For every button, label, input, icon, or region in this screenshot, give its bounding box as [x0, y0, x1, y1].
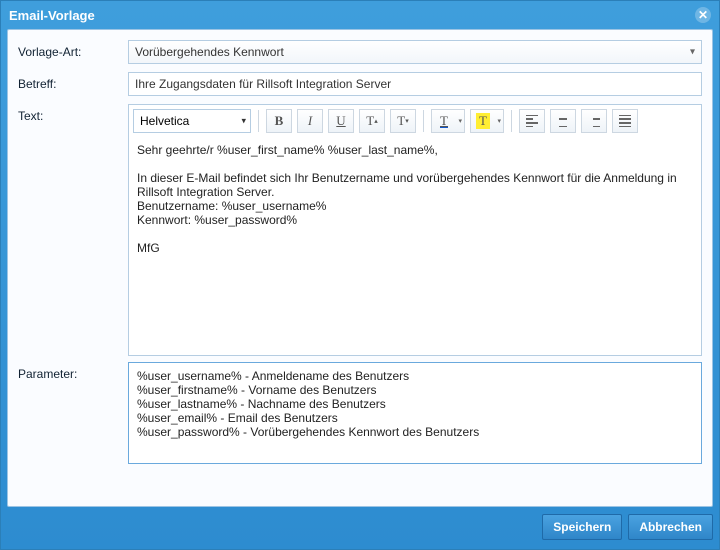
label-subject: Betreff:	[18, 72, 128, 91]
subscript-button[interactable]: T▾	[390, 109, 416, 133]
close-icon[interactable]: ✕	[695, 7, 711, 23]
parameter-box[interactable]: %user_username% - Anmeldename des Benutz…	[128, 362, 702, 464]
row-text: Text: Helvetica ▾ B I U T▴ T▾	[18, 104, 702, 356]
label-template-type: Vorlage-Art:	[18, 40, 128, 59]
align-left-button[interactable]	[519, 109, 545, 133]
label-parameter: Parameter:	[18, 362, 128, 381]
align-justify-icon	[619, 115, 631, 127]
align-center-icon	[557, 115, 569, 127]
row-template-type: Vorlage-Art: Vorübergehendes Kennwort ▾	[18, 40, 702, 64]
font-select-value: Helvetica	[140, 114, 189, 128]
font-select[interactable]: Helvetica ▾	[133, 109, 251, 133]
editor-body[interactable]: Sehr geehrte/r %user_first_name% %user_l…	[129, 137, 701, 355]
italic-button[interactable]: I	[297, 109, 323, 133]
row-subject: Betreff: Ihre Zugangsdaten für Rillsoft …	[18, 72, 702, 96]
separator	[423, 110, 424, 132]
bold-button[interactable]: B	[266, 109, 292, 133]
align-center-button[interactable]	[550, 109, 576, 133]
chevron-down-icon: ▾	[690, 47, 695, 58]
template-type-select[interactable]: Vorübergehendes Kennwort ▾	[128, 40, 702, 64]
cancel-button[interactable]: Abbrechen	[628, 514, 713, 540]
chevron-down-icon: ▾	[241, 116, 246, 127]
underline-button[interactable]: U	[328, 109, 354, 133]
highlight-color-button[interactable]: T▾	[470, 109, 504, 133]
chevron-down-icon: ▾	[458, 117, 462, 125]
align-right-icon	[588, 115, 600, 127]
label-text: Text:	[18, 104, 128, 123]
text-color-button[interactable]: T▾	[431, 109, 465, 133]
content-panel: Vorlage-Art: Vorübergehendes Kennwort ▾ …	[7, 29, 713, 507]
chevron-down-icon: ▾	[497, 117, 501, 125]
template-type-value: Vorübergehendes Kennwort	[135, 45, 284, 59]
align-justify-button[interactable]	[612, 109, 638, 133]
align-left-icon	[526, 115, 538, 127]
subject-value: Ihre Zugangsdaten für Rillsoft Integrati…	[135, 77, 391, 91]
superscript-button[interactable]: T▴	[359, 109, 385, 133]
save-button[interactable]: Speichern	[542, 514, 622, 540]
separator	[511, 110, 512, 132]
titlebar: Email-Vorlage ✕	[1, 1, 719, 29]
dialog-title: Email-Vorlage	[9, 8, 95, 23]
dialog: Email-Vorlage ✕ Vorlage-Art: Vorübergehe…	[0, 0, 720, 550]
row-parameter: Parameter: %user_username% - Anmeldename…	[18, 362, 702, 464]
rich-text-editor: Helvetica ▾ B I U T▴ T▾ T▾ T▾	[128, 104, 702, 356]
editor-toolbar: Helvetica ▾ B I U T▴ T▾ T▾ T▾	[129, 105, 701, 133]
separator	[258, 110, 259, 132]
align-right-button[interactable]	[581, 109, 607, 133]
subject-input[interactable]: Ihre Zugangsdaten für Rillsoft Integrati…	[128, 72, 702, 96]
dialog-footer: Speichern Abbrechen	[7, 511, 713, 543]
